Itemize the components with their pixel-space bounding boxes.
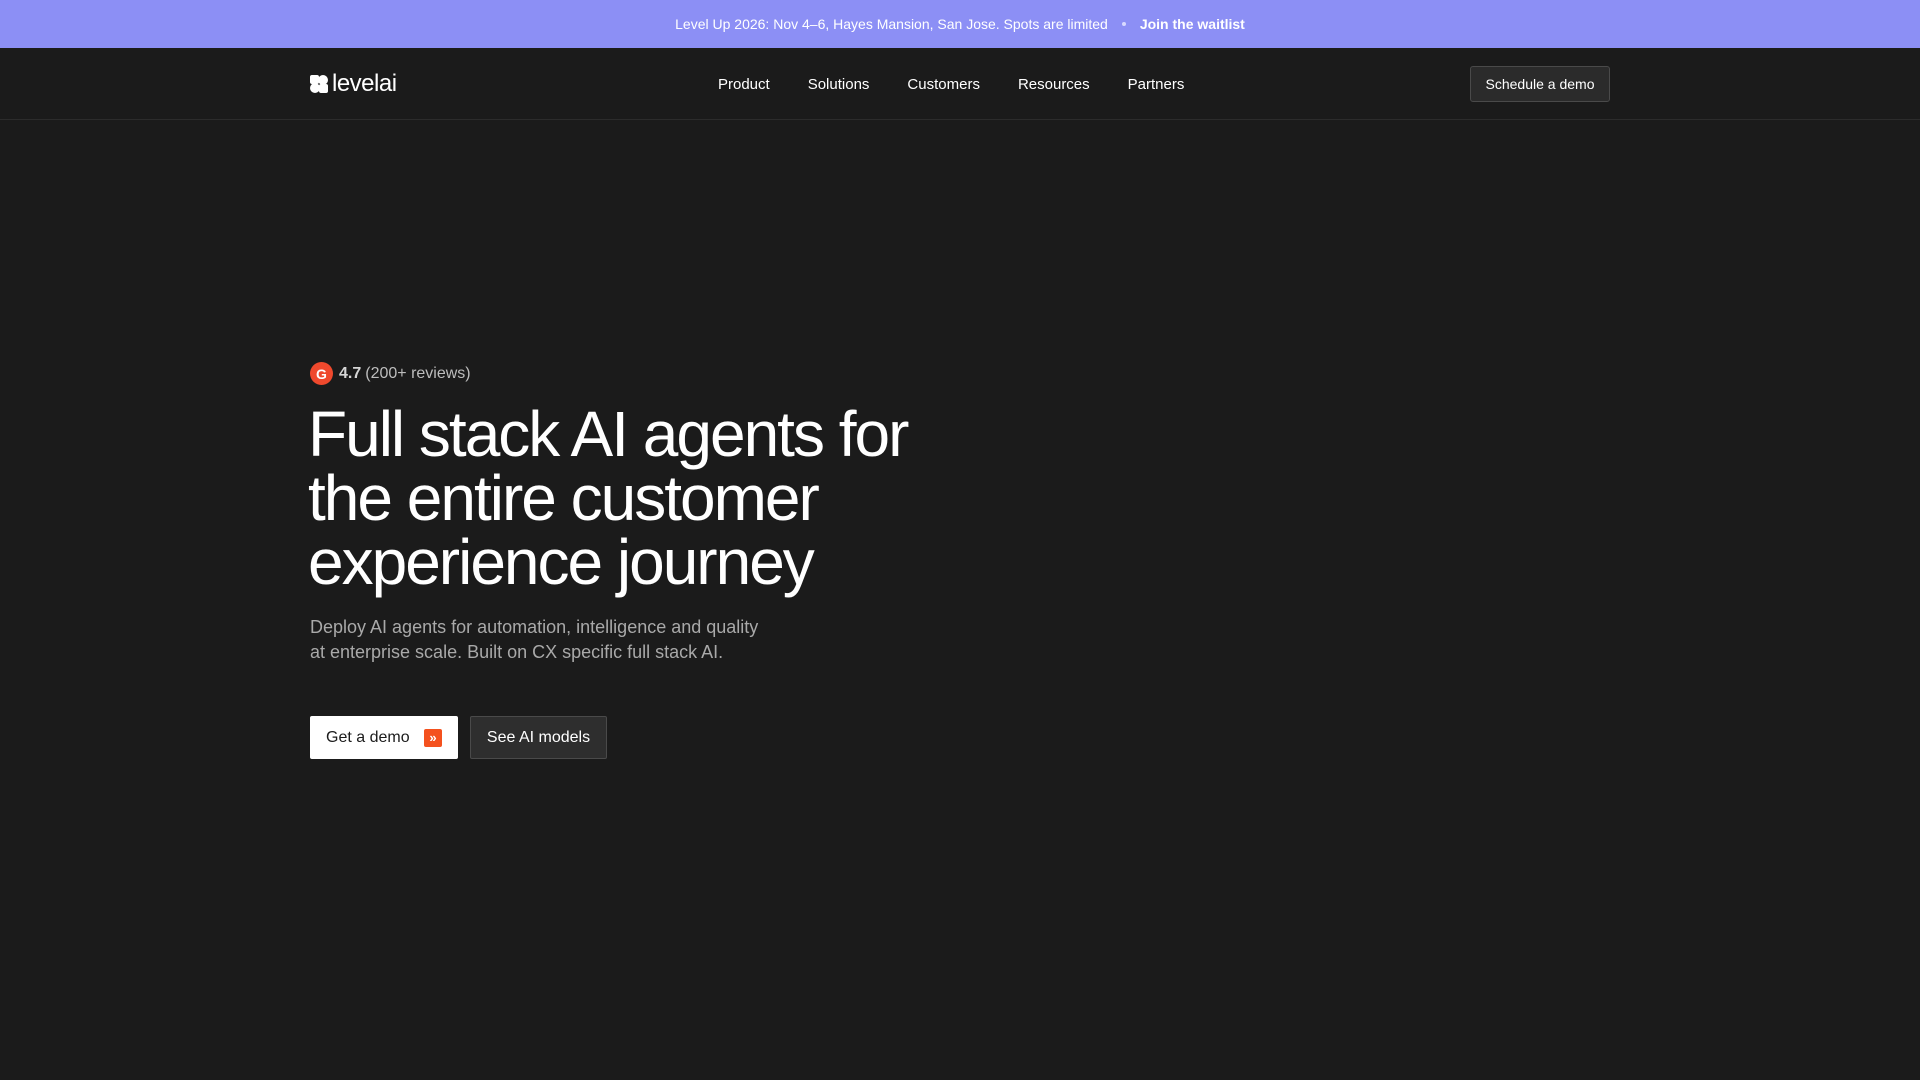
- announcement-bar: Level Up 2026: Nov 4–6, Hayes Mansion, S…: [0, 0, 1920, 48]
- hero-subheading: Deploy AI agents for automation, intelli…: [310, 615, 810, 665]
- get-demo-button[interactable]: Get a demo »: [310, 716, 458, 759]
- rating-score: 4.7: [339, 364, 362, 382]
- hero-headline: Full stack AI agents for the entire cust…: [308, 402, 1008, 594]
- nav-item-partners[interactable]: Partners: [1128, 76, 1185, 93]
- rating-reviews: (200+ reviews): [365, 364, 471, 382]
- nav-item-solutions[interactable]: Solutions: [808, 76, 870, 93]
- announcement-text: Level Up 2026: Nov 4–6, Hayes Mansion, S…: [675, 16, 1108, 32]
- arrow-right-icon: »: [424, 728, 442, 747]
- nav-item-resources[interactable]: Resources: [1018, 76, 1090, 93]
- top-navigation: levelai Product Solutions Customers Reso…: [0, 48, 1920, 120]
- see-ai-models-button[interactable]: See AI models: [470, 716, 607, 759]
- logo-text: levelai: [332, 70, 397, 97]
- get-demo-label: Get a demo: [326, 728, 410, 746]
- logo[interactable]: levelai: [310, 70, 397, 98]
- headline-line-3: experience journey: [308, 526, 815, 598]
- nav-links: Product Solutions Customers Resources Pa…: [718, 48, 1184, 120]
- g2-icon: G: [310, 362, 333, 385]
- nav-item-customers[interactable]: Customers: [907, 76, 980, 93]
- separator-dot-icon: [1121, 22, 1126, 26]
- headline-line-2: the entire customer: [308, 462, 820, 534]
- nav-item-product[interactable]: Product: [718, 76, 770, 93]
- subhead-line-1: Deploy AI agents for automation, intelli…: [310, 617, 759, 637]
- subhead-line-2: at enterprise scale. Built on CX specifi…: [310, 642, 724, 662]
- schedule-demo-button[interactable]: Schedule a demo: [1470, 66, 1610, 102]
- join-waitlist-link[interactable]: Join the waitlist: [1140, 16, 1245, 32]
- headline-line-1: Full stack AI agents for: [308, 398, 909, 470]
- rating-badge: G 4.7 (200+ reviews): [310, 362, 471, 385]
- levelai-logo-icon: [310, 75, 328, 93]
